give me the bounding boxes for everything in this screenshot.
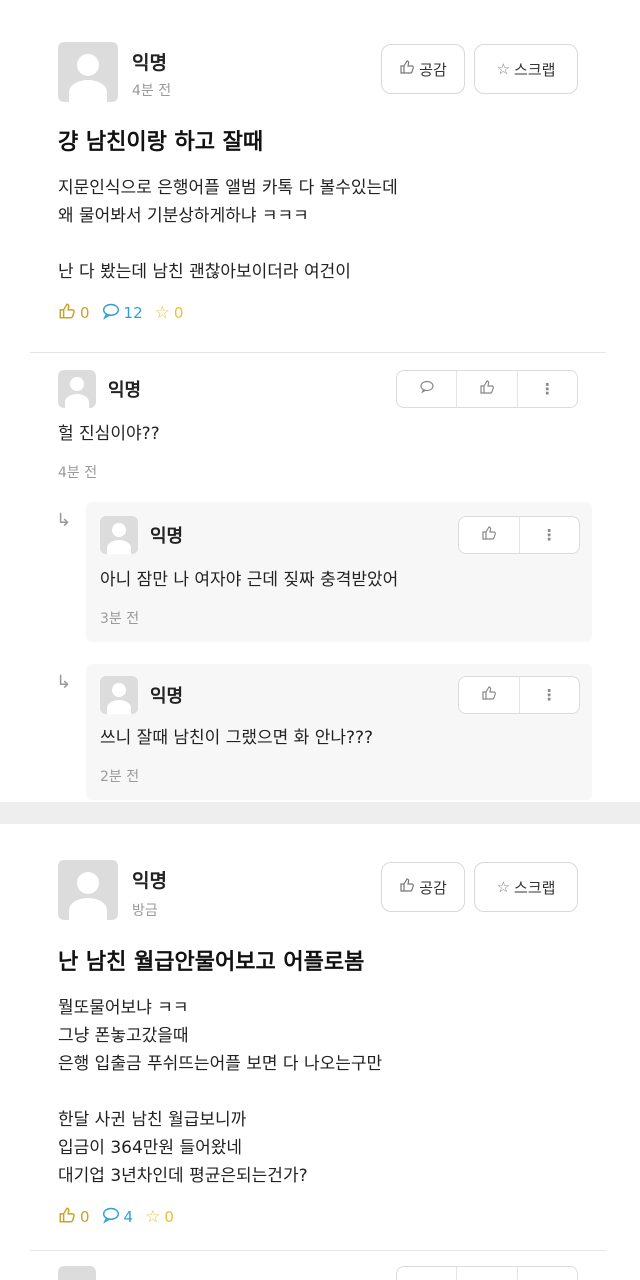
speech-bubble-icon xyxy=(102,302,120,324)
post-avatar xyxy=(58,42,118,102)
reply-avatar xyxy=(100,676,138,714)
comment-avatar xyxy=(58,370,96,408)
like-count: 0 xyxy=(80,1208,90,1226)
reply-more-button[interactable]: ⋮ xyxy=(520,677,580,713)
reply-like-button[interactable] xyxy=(459,677,520,713)
comment-more-button[interactable]: ⋮ xyxy=(518,371,577,407)
star-icon: ☆ xyxy=(154,303,170,323)
star-icon: ☆ xyxy=(496,878,511,896)
comment-reply-button[interactable] xyxy=(397,1267,458,1280)
comment-avatar xyxy=(58,1266,96,1280)
post-avatar xyxy=(58,860,118,920)
reply-avatar xyxy=(100,516,138,554)
comment-text: 헐 진심이야?? xyxy=(58,424,160,444)
post-stats: 0 12 ☆ 0 xyxy=(58,302,187,324)
comment-like-button[interactable] xyxy=(457,371,518,407)
vertical-dots-icon: ⋮ xyxy=(541,526,557,544)
post-title: 걍 남친이랑 하고 잘때 xyxy=(58,130,264,155)
reply-time: 2분 전 xyxy=(100,769,140,785)
star-icon: ☆ xyxy=(145,1207,161,1227)
divider-line xyxy=(30,1250,606,1251)
vertical-dots-icon: ⋮ xyxy=(539,380,555,398)
scrap-label: 스크랩 xyxy=(514,60,556,79)
like-button[interactable]: 공감 xyxy=(381,44,465,94)
post-title: 난 남친 월급안물어보고 어플로봄 xyxy=(58,950,365,975)
comment-count: 4 xyxy=(123,1208,134,1226)
post-time: 방금 xyxy=(132,903,158,919)
like-count: 0 xyxy=(80,304,90,322)
scrap-button[interactable]: ☆ 스크랩 xyxy=(474,862,578,912)
scrap-button[interactable]: ☆ 스크랩 xyxy=(474,44,578,94)
scrap-count: 0 xyxy=(173,304,184,322)
thumbs-up-icon xyxy=(399,59,415,79)
reply-like-button[interactable] xyxy=(459,517,520,553)
reply-actions: ⋮ xyxy=(458,516,580,554)
thumbs-up-icon xyxy=(58,302,76,324)
post-body: 지문인식으로 은행어플 앨범 카톡 다 볼수있는데 왜 물어봐서 기분상하게하냐… xyxy=(58,178,398,282)
scrap-count: 0 xyxy=(164,1208,174,1226)
post-time: 4분 전 xyxy=(132,83,172,99)
thumbs-up-icon xyxy=(399,877,415,897)
reply-arrow-icon: ↳ xyxy=(56,510,72,531)
thumbs-up-icon xyxy=(481,525,497,545)
reply-arrow-icon: ↳ xyxy=(56,672,72,693)
comment-actions xyxy=(396,1266,578,1280)
speech-bubble-icon xyxy=(102,1206,120,1228)
like-label: 공감 xyxy=(419,878,447,897)
reply-time: 3분 전 xyxy=(100,611,140,627)
post-stats: 0 4 ☆ 0 xyxy=(58,1206,178,1228)
comment-reply-button[interactable] xyxy=(397,371,458,407)
divider-line xyxy=(30,352,606,353)
post-author: 익명 xyxy=(132,52,167,74)
reply-actions: ⋮ xyxy=(458,676,580,714)
comment-actions: ⋮ xyxy=(396,370,578,408)
comment-like-button[interactable] xyxy=(457,1267,518,1280)
post-author: 익명 xyxy=(132,870,167,892)
comment-more-button[interactable] xyxy=(518,1267,577,1280)
comment-time: 4분 전 xyxy=(58,465,98,481)
thumbs-up-icon xyxy=(479,379,495,399)
like-button[interactable]: 공감 xyxy=(381,862,465,912)
reply-author: 익명 xyxy=(150,686,184,707)
post-body: 뭘또물어보냐 ㅋㅋ 그냥 폰놓고갔을때 은행 입출금 푸쉬뜨는어플 보면 다 나… xyxy=(58,998,383,1186)
thumbs-up-icon xyxy=(481,685,497,705)
vertical-dots-icon: ⋮ xyxy=(541,686,557,704)
like-label: 공감 xyxy=(419,60,447,79)
reply-author: 익명 xyxy=(150,526,184,547)
speech-bubble-icon xyxy=(419,379,435,399)
star-icon: ☆ xyxy=(496,60,511,78)
reply-text: 아니 잠만 나 여자야 근데 짖짜 충격받았어 xyxy=(100,570,399,590)
scrap-label: 스크랩 xyxy=(514,878,556,897)
reply-more-button[interactable]: ⋮ xyxy=(520,517,580,553)
reply-text: 쓰니 잘때 남친이 그랬으면 화 안나??? xyxy=(100,728,374,748)
comment-count: 12 xyxy=(123,304,143,322)
thumbs-up-icon xyxy=(58,1206,76,1228)
comment-author: 익명 xyxy=(108,380,142,401)
section-divider xyxy=(0,802,640,824)
